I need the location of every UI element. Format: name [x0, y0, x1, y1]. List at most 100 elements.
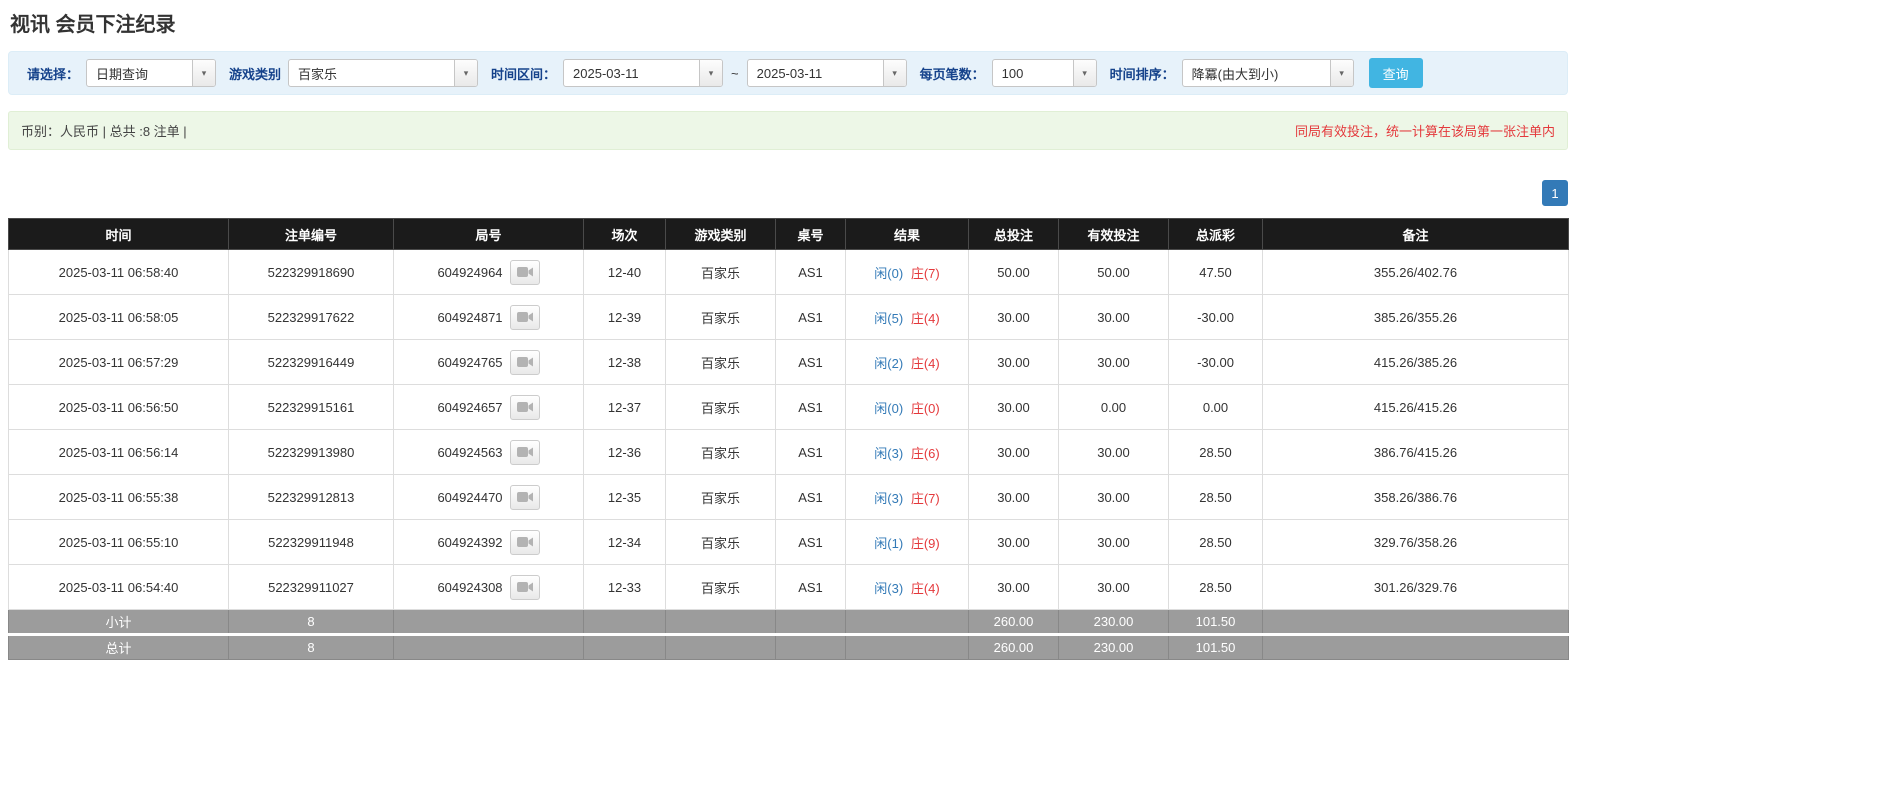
summary-bar: 币别：人民币 | 总共 :8 注单 | 同局有效投注，统一计算在该局第一张注单内	[8, 111, 1568, 150]
table-row: 2025-03-11 06:56:50 522329915161 6049246…	[8, 384, 1569, 430]
page-button-1[interactable]: 1	[1542, 180, 1568, 206]
bet-id-cell: 522329915161	[228, 384, 394, 430]
result-banker: 庄(4)	[910, 580, 940, 596]
result-cell: 闲(0) 庄(0)	[845, 384, 969, 430]
round-id-value: 604924765	[437, 354, 503, 370]
valid-bet-cell: 0.00	[1058, 384, 1169, 430]
subtotal-row: 小计 8 260.00 230.00 101.50	[8, 609, 1569, 635]
total-bet-link[interactable]: 30.00	[968, 474, 1059, 520]
replay-video-button[interactable]	[509, 259, 540, 285]
video-camera-icon	[516, 401, 533, 413]
replay-video-button[interactable]	[509, 304, 540, 330]
payout-cell: -30.00	[1168, 294, 1263, 340]
round-id-cell: 604924765	[393, 339, 584, 385]
time-cell: 2025-03-11 06:58:40	[8, 249, 229, 295]
result-cell: 闲(3) 庄(6)	[845, 429, 969, 475]
table-no-cell: AS1	[775, 474, 846, 520]
result-banker: 庄(9)	[910, 535, 940, 551]
payout-cell: 0.00	[1168, 384, 1263, 430]
date-from-select[interactable]: 2025-03-11 ▾	[563, 59, 724, 87]
video-camera-icon	[516, 581, 533, 593]
session-cell: 12-35	[583, 474, 666, 520]
replay-video-button[interactable]	[509, 574, 540, 600]
time-cell: 2025-03-11 06:56:14	[8, 429, 229, 475]
result-player: 闲(3)	[874, 580, 904, 596]
video-camera-icon	[516, 491, 533, 503]
total-bet-link[interactable]: 50.00	[968, 249, 1059, 295]
remark-cell: 358.26/386.76	[1262, 474, 1569, 520]
session-cell: 12-38	[583, 339, 666, 385]
total-bet-link[interactable]: 30.00	[968, 519, 1059, 565]
round-id-cell: 604924392	[393, 519, 584, 565]
time-cell: 2025-03-11 06:56:50	[8, 384, 229, 430]
total-bet-link[interactable]: 30.00	[968, 339, 1059, 385]
result-player: 闲(0)	[874, 400, 904, 416]
replay-video-button[interactable]	[509, 394, 540, 420]
round-id-value: 604924871	[437, 309, 503, 325]
date-to-value: 2025-03-11	[756, 65, 823, 81]
subtotal-total-bet: 260.00	[968, 609, 1059, 635]
chevron-down-icon[interactable]: ▾	[1329, 60, 1353, 86]
search-button[interactable]: 查询	[1368, 58, 1423, 88]
result-banker: 庄(0)	[910, 400, 940, 416]
sort-order-label: 时间排序：	[1109, 66, 1175, 82]
total-bet-link[interactable]: 30.00	[968, 564, 1059, 610]
result-cell: 闲(2) 庄(4)	[845, 339, 969, 385]
chevron-down-icon[interactable]: ▾	[882, 60, 906, 86]
table-row: 2025-03-11 06:56:14 522329913980 6049245…	[8, 429, 1569, 475]
result-banker: 庄(7)	[910, 265, 940, 281]
summary-notice: 同局有效投注，统一计算在该局第一张注单内	[1294, 124, 1555, 139]
grand-total-total-bet: 260.00	[968, 633, 1059, 660]
bet-id-cell: 522329911027	[228, 564, 394, 610]
time-range-label: 时间区间：	[491, 66, 557, 82]
table-header-row: 时间 注单编号 局号 场次 游戏类别 桌号 结果 总投注 有效投注 总派彩 备注	[8, 218, 1569, 250]
replay-video-button[interactable]	[509, 349, 540, 375]
replay-video-button[interactable]	[509, 484, 540, 510]
bet-id-cell: 522329912813	[228, 474, 394, 520]
header-result: 结果	[845, 218, 969, 250]
time-cell: 2025-03-11 06:55:38	[8, 474, 229, 520]
table-no-cell: AS1	[775, 294, 846, 340]
header-valid-bet: 有效投注	[1058, 218, 1169, 250]
total-bet-link[interactable]: 30.00	[968, 294, 1059, 340]
round-id-cell: 604924964	[393, 249, 584, 295]
result-banker: 庄(7)	[910, 490, 940, 506]
date-from-value: 2025-03-11	[573, 65, 639, 81]
query-type-select[interactable]: 日期查询 ▾	[86, 59, 217, 87]
round-id-value: 604924470	[437, 489, 503, 505]
game-type-select[interactable]: 百家乐 ▾	[288, 59, 479, 87]
result-player: 闲(3)	[874, 490, 904, 506]
payout-cell: -30.00	[1168, 339, 1263, 385]
chevron-down-icon[interactable]: ▾	[192, 60, 216, 86]
page-size-value: 100	[1001, 65, 1024, 81]
subtotal-valid-bet: 230.00	[1058, 609, 1169, 635]
remark-cell: 301.26/329.76	[1262, 564, 1569, 610]
round-id-cell: 604924308	[393, 564, 584, 610]
valid-bet-cell: 30.00	[1058, 339, 1169, 385]
time-cell: 2025-03-11 06:58:05	[8, 294, 229, 340]
replay-video-button[interactable]	[509, 439, 540, 465]
sort-order-value: 降冪(由大到小)	[1191, 66, 1279, 82]
payout-cell: 28.50	[1168, 519, 1263, 565]
replay-video-button[interactable]	[509, 529, 540, 555]
date-to-select[interactable]: 2025-03-11 ▾	[746, 59, 907, 87]
table-no-cell: AS1	[775, 564, 846, 610]
valid-bet-cell: 50.00	[1058, 249, 1169, 295]
video-camera-icon	[516, 356, 533, 368]
round-id-value: 604924657	[437, 399, 503, 415]
sort-order-select[interactable]: 降冪(由大到小) ▾	[1181, 59, 1354, 87]
chevron-down-icon[interactable]: ▾	[699, 60, 723, 86]
total-bet-link[interactable]: 30.00	[968, 429, 1059, 475]
page-size-select[interactable]: 100 ▾	[991, 59, 1097, 87]
page-size-label: 每页笔数：	[919, 66, 985, 82]
chevron-down-icon[interactable]: ▾	[1072, 60, 1096, 86]
remark-cell: 385.26/355.26	[1262, 294, 1569, 340]
game-type-cell: 百家乐	[665, 429, 776, 475]
result-player: 闲(0)	[874, 265, 904, 281]
total-bet-link[interactable]: 30.00	[968, 384, 1059, 430]
header-round-id: 局号	[393, 218, 584, 250]
page-title: 视讯 会员下注纪录	[10, 14, 176, 36]
game-type-cell: 百家乐	[665, 474, 776, 520]
chevron-down-icon[interactable]: ▾	[454, 60, 478, 86]
payout-cell: 28.50	[1168, 474, 1263, 520]
